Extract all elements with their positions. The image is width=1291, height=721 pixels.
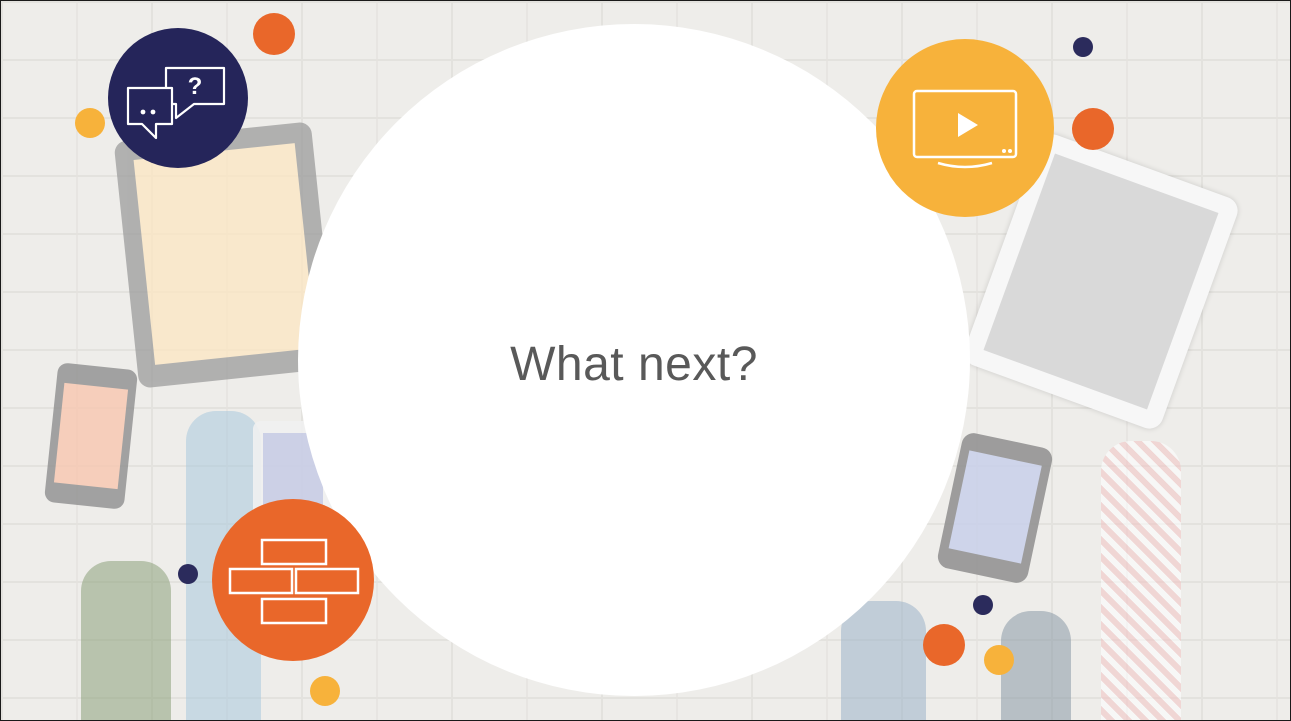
- slide: What next? ?: [0, 0, 1291, 721]
- dot-orange: [253, 13, 295, 55]
- arm-sleeve-checked: [1101, 441, 1181, 720]
- dot-amber: [310, 676, 340, 706]
- bricks-icon: [212, 499, 374, 661]
- dot-navy: [178, 564, 198, 584]
- dot-amber: [75, 108, 105, 138]
- dot-navy: [973, 595, 993, 615]
- arm-sleeve-green: [81, 561, 171, 720]
- video-screen-icon: [876, 39, 1054, 217]
- arm-sleeve-denim: [841, 601, 926, 720]
- dot-navy: [1073, 37, 1093, 57]
- dot-orange: [1072, 108, 1114, 150]
- slide-title: What next?: [510, 338, 758, 391]
- dot-amber: [984, 645, 1014, 675]
- chat-question-icon: ?: [108, 28, 248, 168]
- dot-orange: [923, 624, 965, 666]
- svg-text:?: ?: [188, 73, 203, 100]
- phone-left: [43, 362, 139, 510]
